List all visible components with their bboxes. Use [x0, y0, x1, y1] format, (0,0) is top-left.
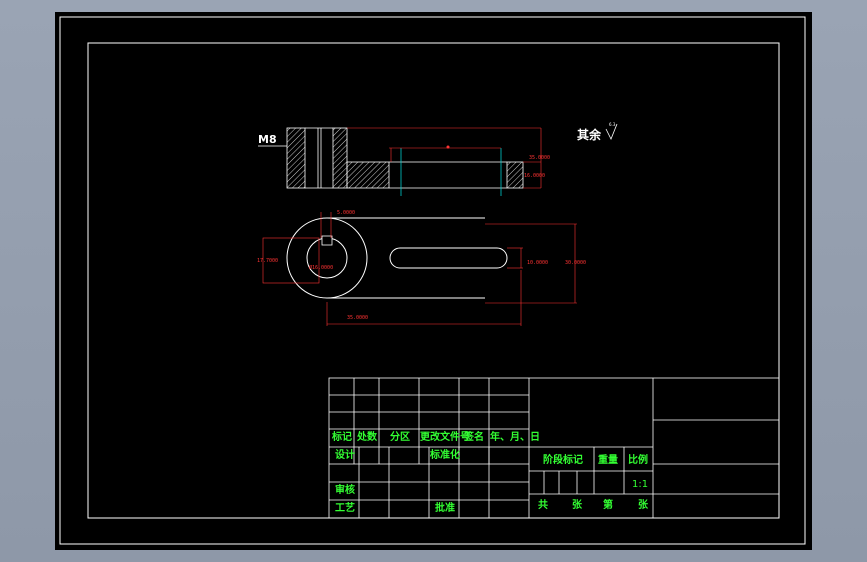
dim-center-distance: 35.0000: [347, 315, 368, 321]
tb-weight: 重量: [598, 455, 618, 466]
tb-count: 处数: [357, 432, 377, 443]
title-block-grid: [328, 377, 780, 519]
plan-view: 5.0000 17.7000 Ø16.0000 10.0000 30.0000 …: [257, 210, 586, 326]
hatch-left-block: [286, 127, 306, 189]
dim-overall-width: 30.0000: [565, 260, 586, 266]
surface-symbol-value: 6.3: [609, 122, 616, 127]
tb-process: 工艺: [335, 503, 355, 514]
outer-boss: [286, 217, 368, 299]
drawing-canvas: 35.0000 16.0000 M8 其余 6.3 5.0000 17.7000…: [59, 16, 806, 545]
tb-approve: 批准: [435, 503, 455, 514]
slot: [389, 247, 508, 269]
dim-keyway-width: 5.0000: [337, 210, 355, 216]
tb-mark: 标记: [332, 432, 352, 443]
surface-note: 其余: [577, 127, 602, 142]
tb-scale: 比例: [628, 455, 648, 466]
tb-signature: 签名: [464, 432, 484, 443]
tb-design: 设计: [335, 450, 355, 461]
tb-scale-value: 1:1: [632, 479, 649, 490]
hatch-step: [346, 161, 390, 189]
tb-change-doc: 更改文件号: [420, 432, 470, 443]
dim-top-height-1: 35.0000: [529, 155, 550, 161]
tb-sheet: 张: [638, 500, 648, 511]
keyway: [321, 235, 333, 246]
outer-frame: [59, 16, 806, 545]
tb-standardize: 标准化: [430, 450, 460, 461]
tb-zone: 分区: [390, 432, 410, 443]
tb-review: 审核: [335, 485, 355, 496]
tb-date: 年、月、日: [490, 432, 540, 443]
tb-stage-mark: 阶段标记: [543, 455, 583, 466]
dim-bore-diameter: Ø16.0000: [309, 264, 333, 271]
dim-outer-height: 17.7000: [257, 258, 278, 264]
hatch-end: [506, 161, 524, 189]
thread-label: M8: [258, 133, 277, 146]
tb-number: 第: [603, 500, 613, 511]
tb-sheets: 张: [572, 500, 582, 511]
drawing-sheet: 35.0000 16.0000 M8 其余 6.3 5.0000 17.7000…: [55, 12, 812, 550]
dim-top-height-2: 16.0000: [524, 173, 545, 179]
tb-total: 共: [538, 500, 548, 511]
hatch-right-block: [332, 127, 348, 189]
dim-slot-width: 10.0000: [527, 260, 548, 266]
section-view: 35.0000 16.0000 M8 其余 6.3: [258, 122, 618, 196]
